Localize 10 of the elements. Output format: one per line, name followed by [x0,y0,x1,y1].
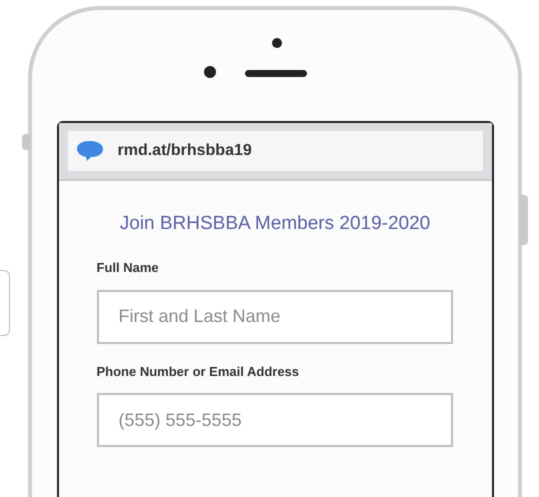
speech-bubble-icon [76,140,104,162]
camera-icon [272,38,282,48]
url-text[interactable]: rmd.at/brhsbba19 [118,139,252,163]
input-field[interactable]: (555) 555-5555 [96,393,452,447]
sensor-icon [204,66,216,78]
input-field[interactable]: First and Last Name [96,290,452,344]
field-label: Full Name [96,259,160,277]
form-title: Join BRHSBBA Members 2019-2020 [118,212,432,236]
speaker-icon [245,70,307,77]
field-label: Phone Number or Email Address [96,362,300,380]
